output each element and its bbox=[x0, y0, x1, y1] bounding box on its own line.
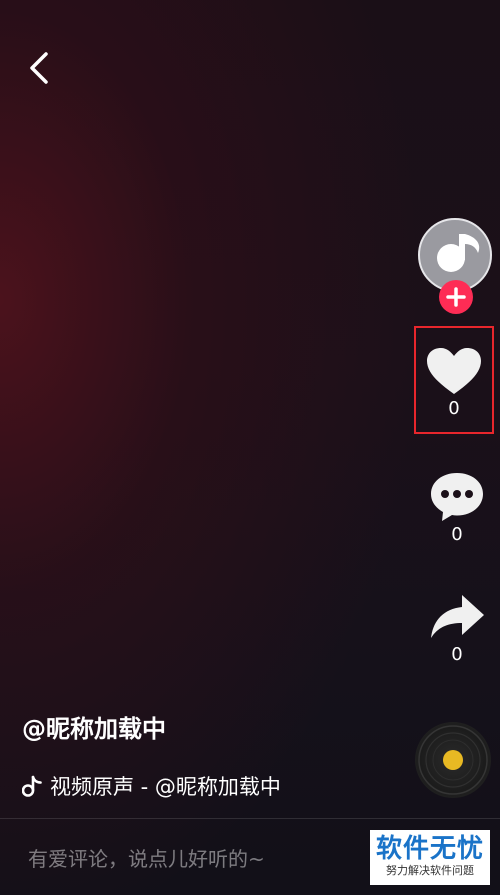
video-screen[interactable]: 0 0 0 @昵称加载中 视频原声 - @昵称加载中 有爱评论，说点儿好听的~ … bbox=[0, 0, 500, 895]
comment-button[interactable]: 0 bbox=[417, 470, 497, 546]
music-disc[interactable] bbox=[415, 722, 491, 798]
share-count: 0 bbox=[451, 644, 463, 665]
follow-button[interactable] bbox=[439, 280, 473, 314]
like-button[interactable]: 0 bbox=[414, 326, 494, 434]
heart-icon bbox=[427, 348, 481, 394]
vinyl-disc-icon bbox=[418, 725, 488, 795]
share-arrow-icon bbox=[431, 595, 484, 638]
watermark-sub-text: 努力解决软件问题 bbox=[386, 864, 474, 877]
watermark-main-text: 软件无忧 bbox=[375, 834, 484, 864]
author-name[interactable]: @昵称加载中 bbox=[22, 712, 166, 746]
watermark-logo: 软件无忧 努力解决软件问题 bbox=[370, 830, 490, 885]
comment-count: 0 bbox=[451, 524, 463, 545]
music-title-link[interactable]: 视频原声 - @昵称加载中 bbox=[22, 771, 281, 801]
music-title: 视频原声 - @昵称加载中 bbox=[50, 775, 281, 799]
chevron-left-icon bbox=[30, 52, 48, 84]
comment-input[interactable] bbox=[28, 841, 358, 877]
share-button[interactable]: 0 bbox=[417, 592, 497, 666]
tiktok-note-icon bbox=[22, 775, 42, 797]
back-button[interactable] bbox=[20, 46, 60, 90]
like-count: 0 bbox=[448, 398, 460, 419]
author-avatar-group bbox=[418, 218, 496, 314]
comment-bubble-icon bbox=[431, 473, 483, 521]
plus-icon bbox=[446, 287, 466, 307]
